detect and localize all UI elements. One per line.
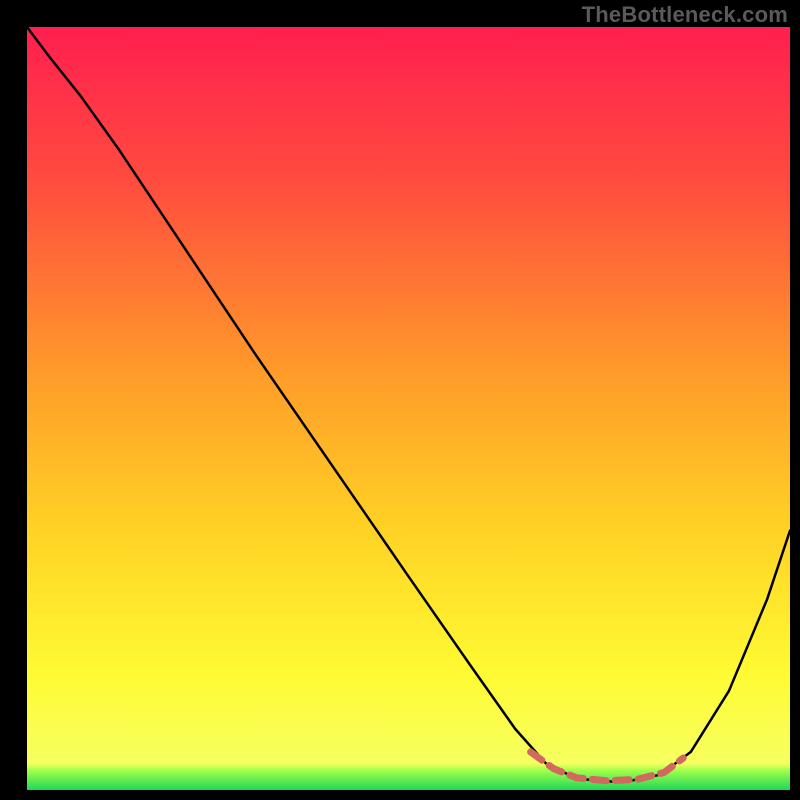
chart-frame: TheBottleneck.com: [0, 0, 800, 800]
watermark-label: TheBottleneck.com: [582, 2, 788, 28]
plot-background: [27, 27, 790, 790]
chart-svg: [0, 0, 800, 800]
